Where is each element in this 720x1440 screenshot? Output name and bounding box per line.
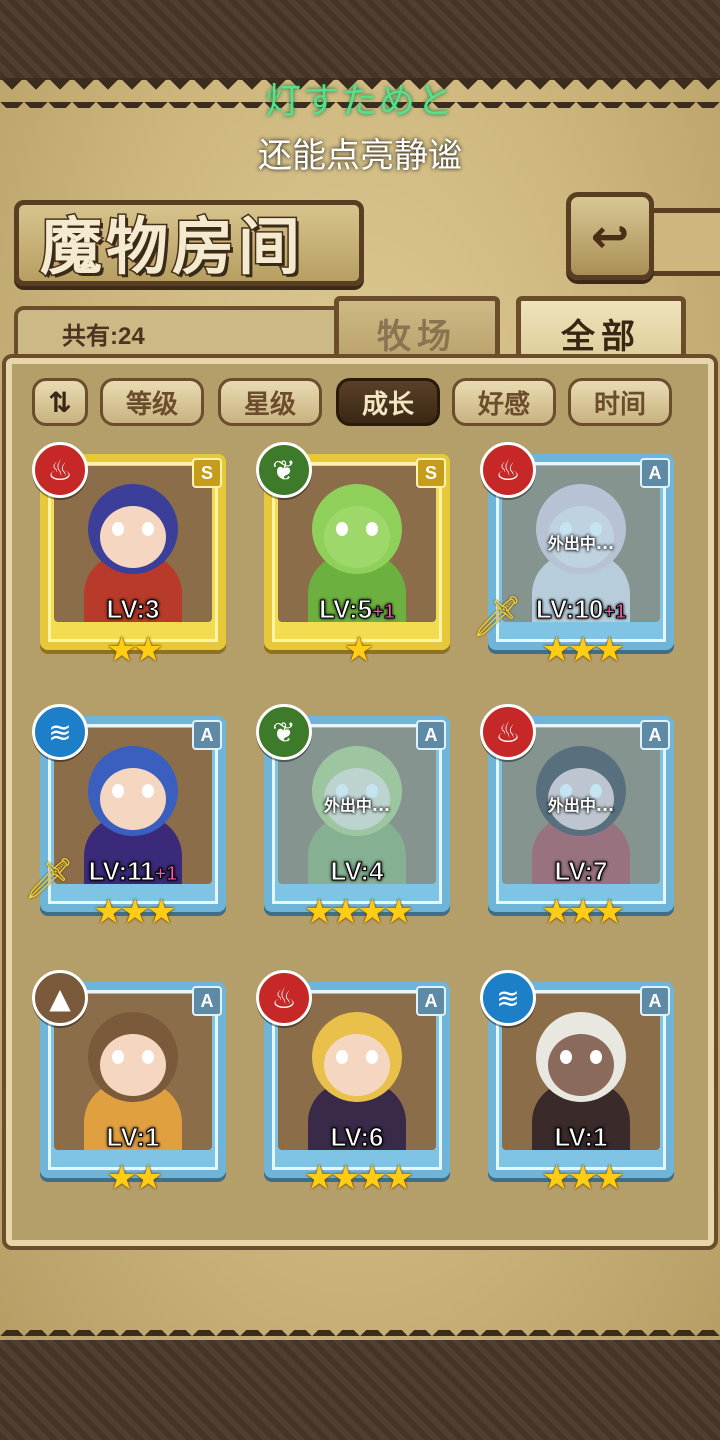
rank-badge: A [640, 986, 670, 1016]
away-status-label: 外出中... [323, 796, 391, 815]
monster-eye [336, 522, 348, 536]
back-button[interactable]: ↩ [566, 192, 654, 280]
water-element-icon: ≋ [32, 704, 88, 760]
star-rating: ★ [343, 630, 374, 670]
rank-badge: A [192, 720, 222, 750]
sort-toggle-icon: ⇅ [48, 385, 72, 419]
monster-card[interactable]: 外出中... A ♨ LV:7 ★★★ [480, 704, 678, 932]
level-label: LV:1 [40, 1122, 226, 1153]
monster-eye [142, 522, 154, 536]
fire-element-icon: ♨ [480, 442, 536, 498]
water-element-icon: ≋ [480, 970, 536, 1026]
monster-card[interactable]: A ▲ LV:1 ★★ [32, 970, 230, 1198]
sword-icon: 🗡 [471, 593, 523, 640]
rank-badge: S [192, 458, 222, 488]
monster-eye [336, 1050, 348, 1064]
rank-badge: A [640, 458, 670, 488]
earth-element-icon: ▲ [32, 970, 88, 1026]
sort-star-button[interactable]: 星级 [218, 378, 322, 426]
away-status-label: 外出中... [547, 534, 615, 553]
level-label: LV:6 [264, 1122, 450, 1153]
monster-card[interactable]: A ≋ LV:1 ★★★ [480, 970, 678, 1198]
page-title: 魔物房间 [38, 209, 305, 285]
monster-eye [142, 1050, 154, 1064]
monster-face [100, 768, 166, 830]
back-arrow-icon: ↩ [590, 209, 630, 263]
star-rating: ★★★★ [304, 892, 414, 932]
sort-order-toggle[interactable]: ⇅ [32, 378, 88, 426]
monster-eye [112, 522, 124, 536]
level-bonus: +1 [154, 863, 178, 886]
monster-eye [366, 1050, 378, 1064]
rank-badge: A [416, 986, 446, 1016]
tab-ranch[interactable]: 牧场 [334, 296, 500, 365]
monster-face [100, 1034, 166, 1096]
monster-card[interactable]: S ❦ LV:5+1 ★ [256, 442, 454, 670]
level-value: LV:1 [106, 1122, 160, 1153]
monster-card[interactable]: S ♨ LV:3 ★★ [32, 442, 230, 670]
level-value: LV:10 [535, 594, 604, 625]
rank-badge: A [416, 720, 446, 750]
sort-time-button[interactable]: 时间 [568, 378, 672, 426]
fire-element-icon: ♨ [256, 970, 312, 1026]
star-rating: ★★ [106, 1158, 164, 1198]
level-label: LV:3 [40, 594, 226, 625]
level-bonus: +1 [372, 601, 396, 624]
sort-level-button[interactable]: 等级 [100, 378, 204, 426]
subtitle-line-2: 还能点亮静谧 [258, 136, 462, 176]
monster-card[interactable]: A ♨ LV:6 ★★★★ [256, 970, 454, 1198]
monster-card[interactable]: 外出中... A ♨ LV:10+1 ★★★ 🗡 [472, 442, 678, 670]
monster-count: 共有:24 [62, 323, 145, 350]
level-label: LV:1 [488, 1122, 674, 1153]
tab-all[interactable]: 全部 [516, 296, 686, 365]
monster-eye [560, 1050, 572, 1064]
star-rating: ★★★ [541, 892, 624, 932]
level-label: LV:7 [488, 856, 674, 887]
sort-growth-button[interactable]: 成长 [336, 378, 440, 426]
leaf-element-icon: ❦ [256, 442, 312, 498]
rank-badge: A [640, 720, 670, 750]
monster-eye [366, 522, 378, 536]
sword-icon: 🗡 [23, 855, 75, 902]
level-value: LV:1 [554, 1122, 608, 1153]
monster-eye [112, 784, 124, 798]
star-rating: ★★ [106, 630, 164, 670]
monster-eye [142, 784, 154, 798]
leaf-element-icon: ❦ [256, 704, 312, 760]
fire-element-icon: ♨ [480, 704, 536, 760]
level-bonus: +1 [603, 601, 627, 624]
monster-card[interactable]: A ≋ LV:11+1 ★★★ 🗡 [24, 704, 230, 932]
level-value: LV:5 [319, 594, 373, 625]
monster-face [324, 1034, 390, 1096]
monster-face [100, 506, 166, 568]
level-value: LV:3 [106, 594, 160, 625]
rank-badge: A [192, 986, 222, 1016]
monster-eye [112, 1050, 124, 1064]
star-rating: ★★★ [541, 1158, 624, 1198]
monster-face [324, 506, 390, 568]
sort-affection-button[interactable]: 好感 [452, 378, 556, 426]
level-label: LV:5+1 [264, 594, 450, 625]
bottom-wood-border [0, 1340, 720, 1440]
rank-badge: S [416, 458, 446, 488]
subtitle-line-1: 灯すためと [264, 81, 455, 122]
away-status-label: 外出中... [547, 796, 615, 815]
monster-face [548, 1034, 614, 1096]
level-value: LV:6 [330, 1122, 384, 1153]
level-value: LV:4 [330, 856, 384, 887]
monster-eye [590, 1050, 602, 1064]
fire-element-icon: ♨ [32, 442, 88, 498]
monster-card[interactable]: 外出中... A ❦ LV:4 ★★★★ [256, 704, 454, 932]
level-value: LV:11 [88, 856, 155, 887]
level-value: LV:7 [554, 856, 608, 887]
back-button-rail [650, 208, 720, 276]
level-label: LV:4 [264, 856, 450, 887]
star-rating: ★★★★ [304, 1158, 414, 1198]
